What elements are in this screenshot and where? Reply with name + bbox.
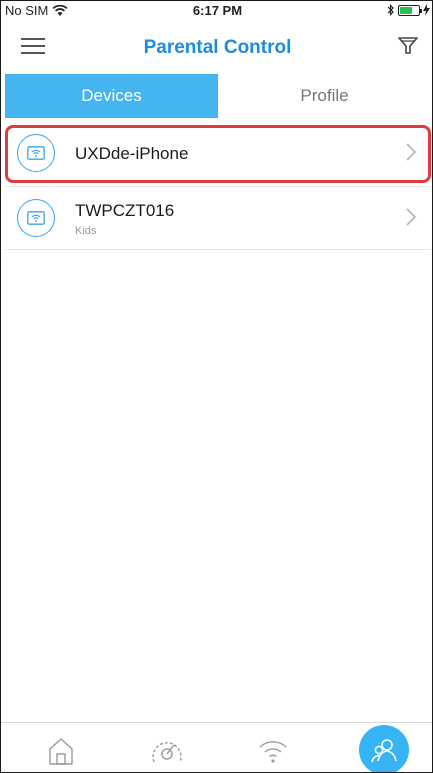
chevron-right-icon	[406, 143, 417, 161]
phone-screen: No SIM 6:17 PM Parental Control Devices …	[0, 0, 433, 773]
device-wifi-icon	[17, 134, 55, 172]
battery-icon	[398, 4, 422, 16]
chevron-right-icon	[406, 208, 417, 226]
segment-tabs: Devices Profile	[5, 74, 431, 118]
device-wifi-icon	[17, 199, 55, 237]
device-list: UXDde-iPhone TWPCZT016 Kids	[5, 123, 431, 250]
device-name: TWPCZT016	[75, 201, 175, 220]
device-row[interactable]: TWPCZT016 Kids	[5, 187, 431, 250]
charging-bolt-icon	[423, 4, 430, 16]
speedometer-icon[interactable]	[143, 727, 191, 772]
device-name: UXDde-iPhone	[75, 144, 189, 163]
parental-control-icon[interactable]	[359, 725, 409, 772]
home-icon[interactable]	[37, 727, 85, 772]
tab-profile[interactable]: Profile	[218, 74, 431, 118]
nav-bar: Parental Control	[1, 21, 432, 73]
bottom-tab-bar	[1, 722, 432, 772]
device-profile-label: Kids	[75, 225, 97, 237]
tab-devices[interactable]: Devices	[5, 74, 218, 118]
wifi-icon[interactable]	[249, 727, 297, 772]
bluetooth-icon	[387, 4, 394, 16]
status-right	[387, 4, 430, 16]
status-time: 6:17 PM	[192, 3, 243, 18]
page-title: Parental Control	[143, 37, 292, 58]
device-row[interactable]: UXDde-iPhone	[5, 125, 431, 183]
filter-icon[interactable]	[396, 33, 420, 57]
status-bar: No SIM 6:17 PM	[1, 1, 432, 21]
